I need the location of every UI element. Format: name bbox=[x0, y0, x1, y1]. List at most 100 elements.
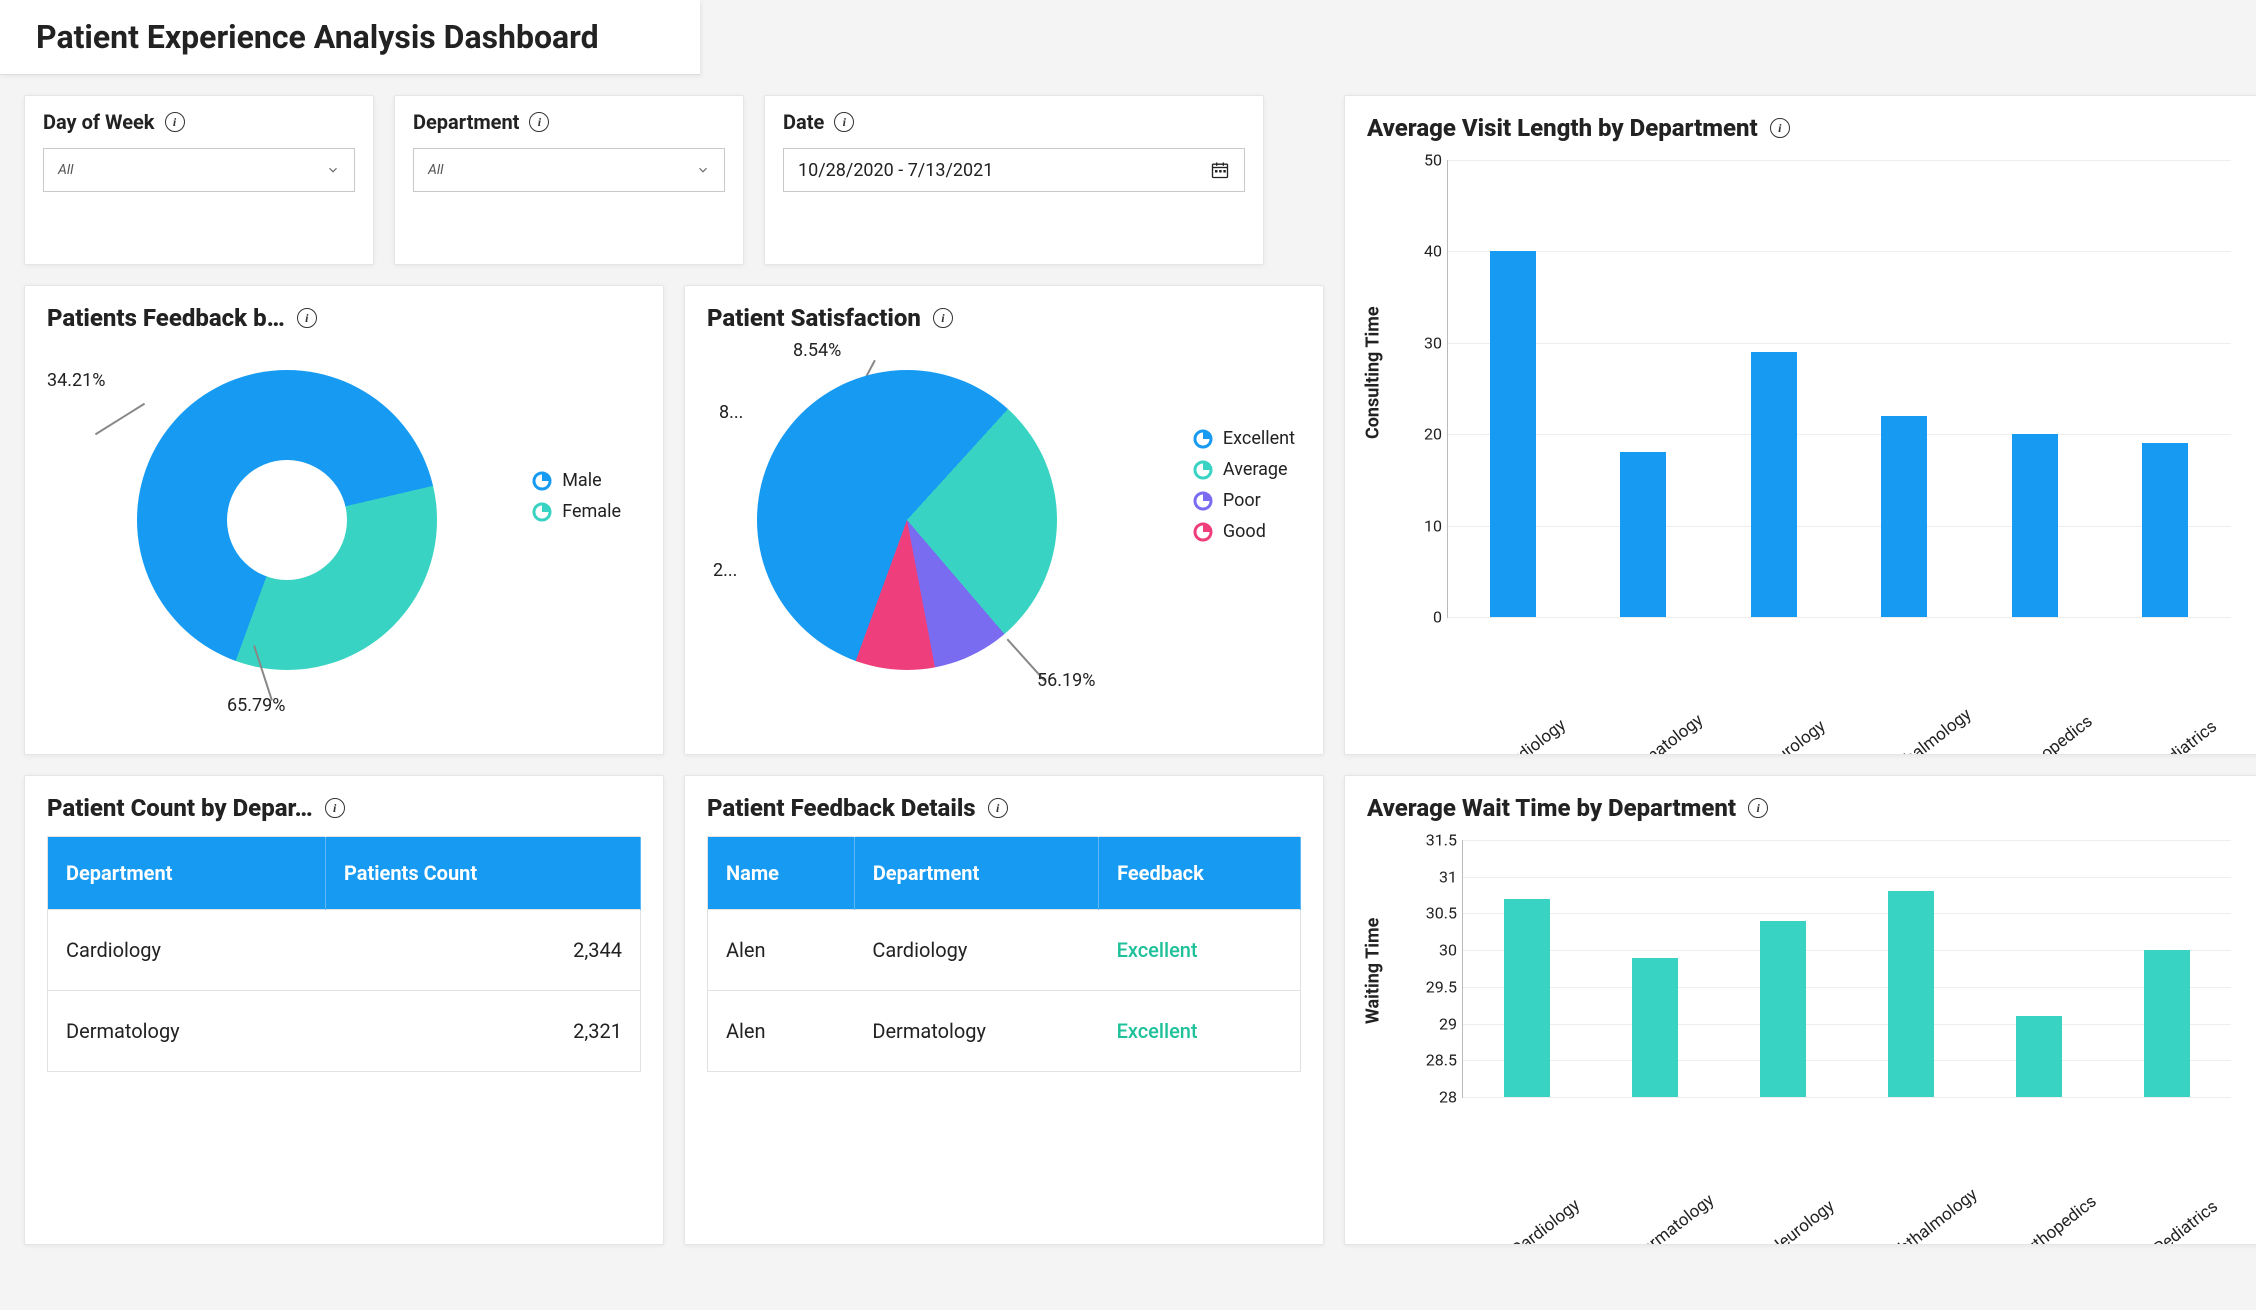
col-feedback[interactable]: Feedback bbox=[1099, 837, 1301, 910]
select-value: All bbox=[58, 162, 73, 178]
table-row[interactable]: Cardiology 2,344 bbox=[48, 910, 641, 991]
bar[interactable] bbox=[2144, 950, 2190, 1097]
x-category-label: Pediatrics bbox=[2132, 1183, 2239, 1245]
wait-time-card: Average Wait Time by Department i Waitin… bbox=[1344, 775, 2256, 1245]
satisfaction-chart[interactable]: 8.54% 8... 2... 56.19% Excellent Average… bbox=[707, 340, 1301, 720]
visit-length-chart[interactable]: Consulting Time 01020304050CardiologyDer… bbox=[1367, 150, 2241, 728]
filter-department: Department i All bbox=[394, 95, 744, 265]
table-row[interactable]: Alen Cardiology Excellent bbox=[708, 910, 1301, 991]
bar[interactable] bbox=[1888, 891, 1934, 1097]
cell-dept: Dermatology bbox=[48, 991, 326, 1072]
legend-item-average[interactable]: Average bbox=[1193, 459, 1295, 480]
page-header: Patient Experience Analysis Dashboard bbox=[0, 0, 700, 75]
legend-pie-icon bbox=[532, 471, 552, 491]
info-icon[interactable]: i bbox=[1748, 798, 1768, 818]
col-count[interactable]: Patients Count bbox=[326, 837, 641, 910]
slice-label-average: 2... bbox=[713, 560, 737, 581]
card-title-text: Average Wait Time by Department bbox=[1367, 794, 1736, 822]
slice-label-good: 8.54% bbox=[793, 340, 841, 361]
feedback-details-table[interactable]: Name Department Feedback Alen Cardiology… bbox=[707, 836, 1301, 1072]
feedback-gender-card: Patients Feedback b… i 34.21% 65.79% Mal… bbox=[24, 285, 664, 755]
info-icon[interactable]: i bbox=[933, 308, 953, 328]
legend-label: Excellent bbox=[1223, 428, 1295, 449]
legend-label: Poor bbox=[1223, 490, 1261, 511]
filter-label: Date bbox=[783, 110, 824, 134]
bar[interactable] bbox=[1490, 251, 1536, 617]
col-name[interactable]: Name bbox=[708, 837, 855, 910]
bar[interactable] bbox=[1620, 452, 1666, 617]
legend-label: Average bbox=[1223, 459, 1288, 480]
bar[interactable] bbox=[2142, 443, 2188, 617]
legend-item-excellent[interactable]: Excellent bbox=[1193, 428, 1295, 449]
wait-time-chart[interactable]: Waiting Time 2828.52929.53030.53131.5Car… bbox=[1367, 830, 2241, 1218]
bar[interactable] bbox=[2012, 434, 2058, 617]
legend-label: Female bbox=[562, 501, 621, 522]
info-icon[interactable]: i bbox=[297, 308, 317, 328]
feedback-details-card: Patient Feedback Details i Name Departme… bbox=[684, 775, 1324, 1245]
day-of-week-select[interactable]: All bbox=[43, 148, 355, 192]
y-axis-label: Waiting Time bbox=[1363, 918, 1384, 1024]
bar[interactable] bbox=[2016, 1016, 2062, 1097]
info-icon[interactable]: i bbox=[529, 112, 549, 132]
legend-label: Male bbox=[562, 470, 601, 491]
slice-label-female: 34.21% bbox=[47, 370, 105, 391]
card-title-text: Average Visit Length by Department bbox=[1367, 114, 1758, 142]
table-row[interactable]: Alen Dermatology Excellent bbox=[708, 991, 1301, 1072]
legend-pie-icon bbox=[1193, 522, 1213, 542]
y-axis-label: Consulting Time bbox=[1363, 306, 1384, 439]
col-department[interactable]: Department bbox=[854, 837, 1098, 910]
slice-label-male: 65.79% bbox=[227, 695, 285, 716]
bar[interactable] bbox=[1632, 958, 1678, 1098]
bar[interactable] bbox=[1760, 921, 1806, 1097]
info-icon[interactable]: i bbox=[834, 112, 854, 132]
cell-feedback: Excellent bbox=[1099, 910, 1301, 991]
legend-pie-icon bbox=[1193, 429, 1213, 449]
cell-dept: Cardiology bbox=[48, 910, 326, 991]
chevron-down-icon bbox=[326, 163, 340, 177]
cell-name: Alen bbox=[708, 910, 855, 991]
card-title-text: Patient Count by Depar… bbox=[47, 794, 313, 822]
calendar-icon bbox=[1210, 160, 1230, 180]
satisfaction-card: Patient Satisfaction i 8.54% 8... 2... 5… bbox=[684, 285, 1324, 755]
date-range-picker[interactable]: 10/28/2020 - 7/13/2021 bbox=[783, 148, 1245, 192]
table-row[interactable]: Dermatology 2,321 bbox=[48, 991, 641, 1072]
x-category-label: Cardiology bbox=[1492, 1183, 1599, 1245]
bar[interactable] bbox=[1881, 416, 1927, 617]
legend-pie-icon bbox=[532, 502, 552, 522]
info-icon[interactable]: i bbox=[1770, 118, 1790, 138]
feedback-gender-chart[interactable]: 34.21% 65.79% Male Female bbox=[47, 340, 641, 720]
visit-length-card: Average Visit Length by Department i Con… bbox=[1344, 95, 2256, 755]
slice-label-excellent: 56.19% bbox=[1037, 670, 1095, 691]
legend-label: Good bbox=[1223, 521, 1266, 542]
x-category-label: Orthopedics bbox=[2004, 1183, 2111, 1245]
x-category-label: Ophthalmology bbox=[1870, 703, 1977, 755]
x-category-label: Ophthalmology bbox=[1876, 1183, 1983, 1245]
chevron-down-icon bbox=[696, 163, 710, 177]
date-value: 10/28/2020 - 7/13/2021 bbox=[798, 160, 993, 181]
info-icon[interactable]: i bbox=[325, 798, 345, 818]
cell-count: 2,321 bbox=[326, 991, 641, 1072]
x-category-label: Dermatology bbox=[1609, 703, 1716, 755]
department-select[interactable]: All bbox=[413, 148, 725, 192]
page-title: Patient Experience Analysis Dashboard bbox=[36, 18, 664, 56]
info-icon[interactable]: i bbox=[165, 112, 185, 132]
bar[interactable] bbox=[1751, 352, 1797, 617]
count-dept-card: Patient Count by Depar… i Department Pat… bbox=[24, 775, 664, 1245]
cell-dept: Dermatology bbox=[854, 991, 1098, 1072]
legend-pie-icon bbox=[1193, 460, 1213, 480]
slice-label-poor: 8... bbox=[719, 402, 743, 423]
legend-item-female[interactable]: Female bbox=[532, 501, 621, 522]
cell-dept: Cardiology bbox=[854, 910, 1098, 991]
filter-row: Day of Week i All Department i All Date … bbox=[24, 95, 1324, 265]
legend-item-good[interactable]: Good bbox=[1193, 521, 1295, 542]
legend-item-male[interactable]: Male bbox=[532, 470, 621, 491]
info-icon[interactable]: i bbox=[988, 798, 1008, 818]
legend-pie-icon bbox=[1193, 491, 1213, 511]
legend-item-poor[interactable]: Poor bbox=[1193, 490, 1295, 511]
bar[interactable] bbox=[1504, 899, 1550, 1097]
x-category-label: Neurology bbox=[1740, 703, 1847, 755]
count-dept-table[interactable]: Department Patients Count Cardiology 2,3… bbox=[47, 836, 641, 1072]
x-category-label: Pediatrics bbox=[2131, 703, 2238, 755]
filter-label: Department bbox=[413, 110, 519, 134]
col-department[interactable]: Department bbox=[48, 837, 326, 910]
